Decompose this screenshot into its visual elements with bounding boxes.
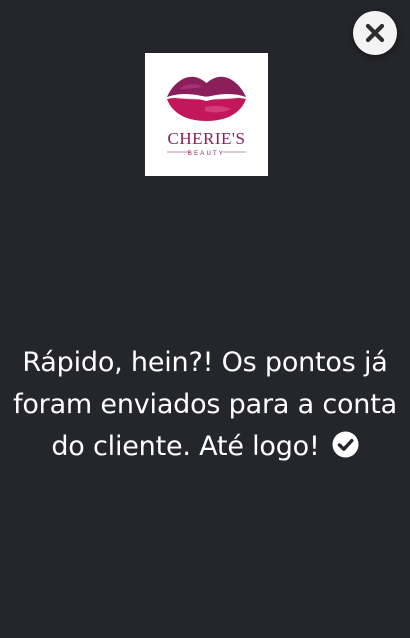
brand-logo: CHERIE'S BEAUTY bbox=[145, 53, 268, 176]
success-message: Rápido, hein?! Os pontos já foram enviad… bbox=[10, 342, 400, 468]
close-icon bbox=[363, 21, 387, 45]
close-button[interactable] bbox=[353, 11, 397, 55]
lips-logo bbox=[167, 76, 246, 121]
check-circle-icon bbox=[332, 431, 359, 458]
brand-name: CHERIE'S bbox=[168, 129, 246, 148]
brand-subtitle: BEAUTY bbox=[188, 151, 225, 157]
